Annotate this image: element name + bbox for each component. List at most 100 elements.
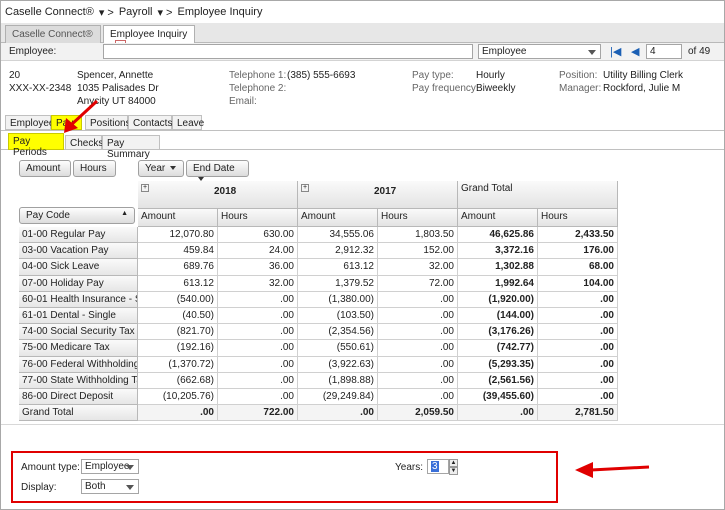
data-cell[interactable]: 104.00 xyxy=(538,275,618,292)
data-cell[interactable]: .00 xyxy=(538,340,618,357)
data-cell[interactable]: (2,561.56) xyxy=(458,372,538,389)
row-header-pay-code[interactable]: 75-00 Medicare Tax xyxy=(19,340,138,357)
data-cell[interactable]: (3,176.26) xyxy=(458,324,538,341)
data-cell[interactable]: (10,205.76) xyxy=(138,389,218,406)
sort-ascending-icon[interactable]: ▲ xyxy=(121,210,128,217)
data-cell[interactable]: (39,455.60) xyxy=(458,389,538,406)
data-cell[interactable]: .00 xyxy=(378,389,458,406)
year-2017-header[interactable]: + 2017 xyxy=(298,181,458,209)
data-cell[interactable]: 2,433.50 xyxy=(538,227,618,244)
tab-employee-inquiry[interactable]: Employee Inquiry✕ xyxy=(103,25,195,51)
data-cell[interactable]: (550.61) xyxy=(298,340,378,357)
data-cell[interactable]: (5,293.35) xyxy=(458,356,538,373)
years-input[interactable]: 3 xyxy=(427,459,449,474)
grand-total-cell[interactable]: 2,059.50 xyxy=(378,405,458,422)
tab-pay-summary[interactable]: Pay Summary xyxy=(102,135,160,160)
data-cell[interactable]: 459.84 xyxy=(138,243,218,260)
data-cell[interactable]: .00 xyxy=(378,291,458,308)
data-cell[interactable]: 689.76 xyxy=(138,259,218,276)
employee-search-input[interactable] xyxy=(103,44,473,59)
data-cell[interactable]: .00 xyxy=(538,389,618,406)
data-cell[interactable]: (40.50) xyxy=(138,308,218,325)
row-header-pay-code[interactable]: 86-00 Direct Deposit xyxy=(19,389,138,406)
data-cell[interactable]: (103.50) xyxy=(298,308,378,325)
data-cell[interactable]: .00 xyxy=(218,389,298,406)
data-cell[interactable]: (144.00) xyxy=(458,308,538,325)
data-cell[interactable]: 2,912.32 xyxy=(298,243,378,260)
data-cell[interactable]: 176.00 xyxy=(538,243,618,260)
data-cell[interactable]: 152.00 xyxy=(378,243,458,260)
data-cell[interactable]: 1,302.88 xyxy=(458,259,538,276)
grand-total-cell[interactable]: .00 xyxy=(138,405,218,422)
data-cell[interactable]: (1,370.72) xyxy=(138,356,218,373)
data-cell[interactable]: .00 xyxy=(538,356,618,373)
data-cell[interactable]: 32.00 xyxy=(218,275,298,292)
data-cell[interactable]: 613.12 xyxy=(298,259,378,276)
row-header-pay-code[interactable]: 60-01 Health Insurance - S... xyxy=(19,291,138,308)
spinner-down-icon[interactable]: ▼ xyxy=(449,467,458,475)
data-cell[interactable]: .00 xyxy=(218,372,298,389)
breadcrumb-module[interactable]: Payroll xyxy=(119,6,153,18)
data-cell[interactable]: 32.00 xyxy=(378,259,458,276)
end-date-field-button[interactable]: End Date xyxy=(186,160,249,177)
tab-employee[interactable]: Employee xyxy=(5,115,54,130)
row-header-pay-code[interactable]: 61-01 Dental - Single xyxy=(19,308,138,325)
data-cell[interactable]: (662.68) xyxy=(138,372,218,389)
record-number-input[interactable]: 4 xyxy=(646,44,682,59)
data-cell[interactable]: 68.00 xyxy=(538,259,618,276)
data-cell[interactable]: 36.00 xyxy=(218,259,298,276)
data-cell[interactable]: 613.12 xyxy=(138,275,218,292)
data-cell[interactable]: (821.70) xyxy=(138,324,218,341)
data-cell[interactable]: 12,070.80 xyxy=(138,227,218,244)
expand-icon[interactable]: + xyxy=(301,184,309,193)
data-cell[interactable]: 1,992.64 xyxy=(458,275,538,292)
row-header-pay-code[interactable]: 01-00 Regular Pay xyxy=(19,227,138,244)
data-cell[interactable]: .00 xyxy=(538,308,618,325)
tab-checks[interactable]: Checks xyxy=(65,135,103,150)
year-2018-header[interactable]: + 2018 xyxy=(138,181,298,209)
year-field-button[interactable]: Year xyxy=(138,160,184,177)
first-record-icon[interactable]: |◀ xyxy=(610,45,621,58)
data-cell[interactable]: .00 xyxy=(378,324,458,341)
expand-icon[interactable]: + xyxy=(141,184,149,193)
data-cell[interactable]: (2,354.56) xyxy=(298,324,378,341)
data-cell[interactable]: .00 xyxy=(218,291,298,308)
pay-code-field-button[interactable]: Pay Code ▲ xyxy=(19,207,135,224)
tab-caselle-connect[interactable]: Caselle Connect® xyxy=(5,25,101,43)
breadcrumb-app[interactable]: Caselle Connect® xyxy=(5,6,94,18)
data-cell[interactable]: (192.16) xyxy=(138,340,218,357)
data-cell[interactable]: .00 xyxy=(218,324,298,341)
data-cell[interactable]: (29,249.84) xyxy=(298,389,378,406)
data-cell[interactable]: 1,803.50 xyxy=(378,227,458,244)
row-header-pay-code[interactable]: 76-00 Federal Withholding ... xyxy=(19,356,138,373)
row-header-pay-code[interactable]: 03-00 Vacation Pay xyxy=(19,243,138,260)
data-cell[interactable]: 24.00 xyxy=(218,243,298,260)
spinner-up-icon[interactable]: ▲ xyxy=(449,459,458,467)
data-cell[interactable]: .00 xyxy=(538,324,618,341)
previous-record-icon[interactable]: ◀ xyxy=(631,45,639,58)
row-header-pay-code[interactable]: 04-00 Sick Leave xyxy=(19,259,138,276)
data-cell[interactable]: (1,920.00) xyxy=(458,291,538,308)
grand-total-cell[interactable]: .00 xyxy=(298,405,378,422)
employee-type-select[interactable]: Employee xyxy=(478,44,601,59)
data-cell[interactable]: .00 xyxy=(218,356,298,373)
grand-total-row-header[interactable]: Grand Total xyxy=(19,405,138,422)
amount-type-select[interactable]: Employee xyxy=(81,459,139,474)
data-cell[interactable]: .00 xyxy=(218,340,298,357)
data-cell[interactable]: 1,379.52 xyxy=(298,275,378,292)
data-cell[interactable]: .00 xyxy=(378,308,458,325)
data-cell[interactable]: 34,555.06 xyxy=(298,227,378,244)
data-cell[interactable]: .00 xyxy=(378,340,458,357)
chevron-down-icon[interactable]: ▾ > xyxy=(157,6,172,19)
data-cell[interactable]: (742.77) xyxy=(458,340,538,357)
data-cell[interactable]: (1,380.00) xyxy=(298,291,378,308)
data-cell[interactable]: (3,922.63) xyxy=(298,356,378,373)
data-cell[interactable]: .00 xyxy=(538,372,618,389)
data-cell[interactable]: 72.00 xyxy=(378,275,458,292)
data-cell[interactable]: 3,372.16 xyxy=(458,243,538,260)
row-header-pay-code[interactable]: 77-00 State Withholding Tax xyxy=(19,372,138,389)
hours-field-button[interactable]: Hours xyxy=(73,160,116,177)
tab-contacts[interactable]: Contacts xyxy=(128,115,172,130)
row-header-pay-code[interactable]: 74-00 Social Security Tax xyxy=(19,324,138,341)
tab-leave[interactable]: Leave xyxy=(172,115,204,130)
